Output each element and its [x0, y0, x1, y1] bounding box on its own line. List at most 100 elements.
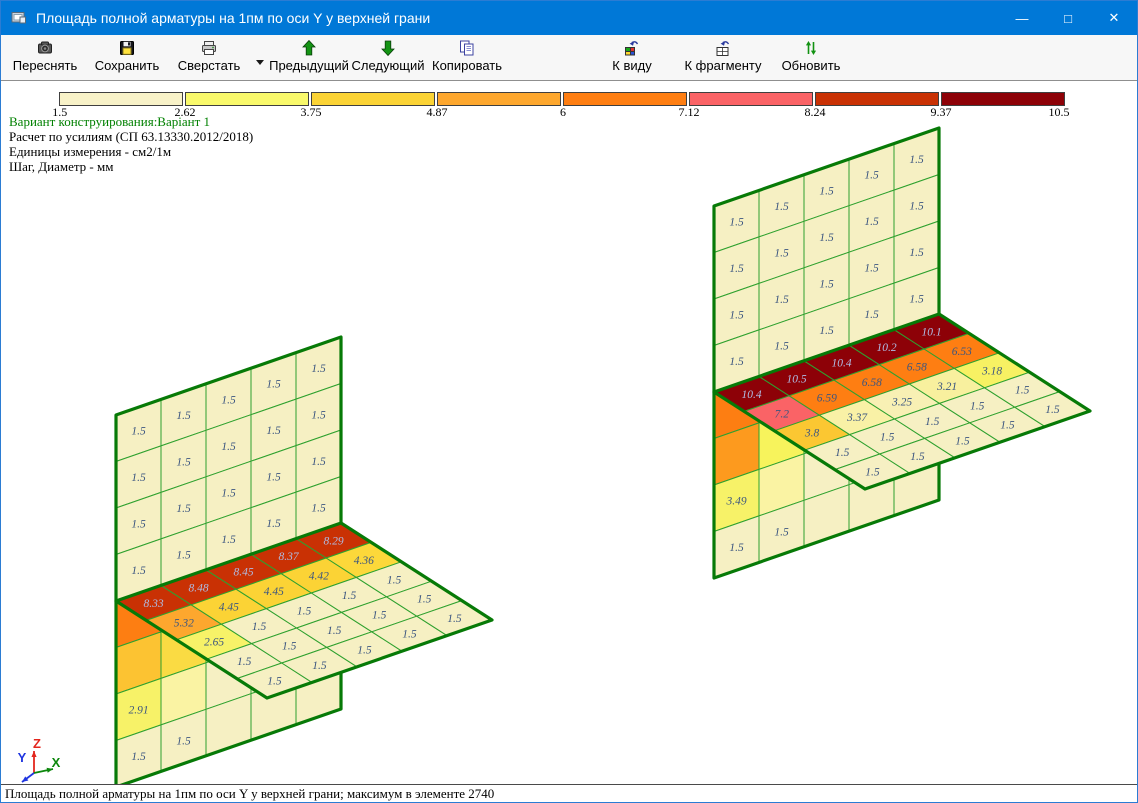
- cell-value-label: 1.5: [387, 574, 402, 586]
- axis-label-y: Y: [18, 750, 27, 765]
- cell-value-label: 1.5: [909, 154, 924, 166]
- cell-value-label: 8.37: [279, 551, 300, 563]
- cell-value-label: 1.5: [131, 425, 146, 437]
- cell-value-label: 1.5: [910, 451, 925, 463]
- cell-value-label: 3.8: [804, 428, 820, 440]
- status-bar: Площадь полной арматуры на 1пм по оси Y …: [1, 784, 1137, 802]
- cell-value-label: 1.5: [131, 472, 146, 484]
- cell-value-label: 7.2: [775, 408, 790, 420]
- cell-value-label: 1.5: [266, 472, 281, 484]
- cell-value-label: 4.45: [219, 602, 239, 614]
- cell-value-label: 1.5: [729, 309, 744, 321]
- cell-value-label: 2.91: [128, 705, 148, 717]
- cell-value-label: 10.4: [742, 389, 762, 401]
- cell-value-label: 1.5: [266, 518, 281, 530]
- cell-value-label: 1.5: [176, 503, 191, 515]
- cell-value-label: 1.5: [266, 425, 281, 437]
- cell-value-label: 1.5: [880, 432, 895, 444]
- cell-value-label: 4.36: [354, 555, 374, 567]
- axis-label-z: Z: [33, 736, 41, 751]
- cell-value-label: 1.5: [819, 278, 834, 290]
- cell-value-label: 1.5: [266, 379, 281, 391]
- cell-value-label: 1.5: [252, 621, 267, 633]
- cell-value-label: 1.5: [774, 340, 789, 352]
- cell-value-label: 1.5: [729, 263, 744, 275]
- cell-value-label: 1.5: [176, 410, 191, 422]
- cell-value-label: 6.58: [907, 362, 927, 374]
- cell-value-label: 10.2: [877, 342, 897, 354]
- cell-value-label: 1.5: [909, 294, 924, 306]
- cell-value-label: 1.5: [729, 542, 744, 554]
- cell-value-label: 1.5: [864, 216, 879, 228]
- cell-value-label: 1.5: [327, 625, 342, 637]
- cell-value-label: 1.5: [176, 456, 191, 468]
- cell-value-label: 1.5: [819, 232, 834, 244]
- cell-value-label: 1.5: [221, 534, 236, 546]
- cell-value-label: 1.5: [311, 456, 326, 468]
- cell-value-label: 1.5: [267, 676, 282, 688]
- cell-value-label: 1.5: [417, 594, 432, 606]
- cell-value-label: 10.5: [787, 373, 807, 385]
- cell-value-label: 3.49: [725, 495, 746, 507]
- cell-value-label: 8.33: [144, 598, 164, 610]
- cell-value-label: 3.18: [981, 365, 1002, 377]
- cell-value-label: 1.5: [864, 263, 879, 275]
- cell-value-label: 1.5: [1000, 420, 1015, 432]
- cell-value-label: 4.45: [264, 586, 284, 598]
- cell-value-label: 1.5: [311, 503, 326, 515]
- cell-value-label: 1.5: [221, 394, 236, 406]
- status-text: Площадь полной арматуры на 1пм по оси Y …: [5, 786, 494, 802]
- cell-value-label: 10.1: [922, 327, 942, 339]
- cell-value-label: 1.5: [131, 519, 146, 531]
- cell-value-label: 5.32: [174, 617, 194, 629]
- cell-value-label: 1.5: [372, 609, 387, 621]
- cell-value-label: 3.37: [846, 412, 868, 424]
- cell-value-label: 1.5: [342, 590, 357, 602]
- cell-value-label: 1.5: [819, 185, 834, 197]
- cell-value-label: 1.5: [729, 356, 744, 368]
- cell-value-label: 1.5: [176, 549, 191, 561]
- cell-value-label: 1.5: [774, 201, 789, 213]
- cell-value-label: 1.5: [909, 247, 924, 259]
- cell-value-label: 3.21: [936, 381, 957, 393]
- cell-value-label: 1.5: [311, 363, 326, 375]
- cell-value-label: 1.5: [311, 410, 326, 422]
- cell-value-label: 8.48: [189, 582, 209, 594]
- cell-value-label: 1.5: [237, 656, 252, 668]
- cell-value-label: 1.5: [297, 606, 312, 618]
- cell-value-label: 3.25: [891, 397, 912, 409]
- cell-value-label: 1.5: [447, 613, 462, 625]
- cell-value-label: 6.59: [817, 393, 837, 405]
- cell-value-label: 1.5: [864, 309, 879, 321]
- cell-value-label: 1.5: [925, 416, 940, 428]
- cell-value-label: 1.5: [729, 216, 744, 228]
- cell-value-label: 8.45: [234, 567, 254, 579]
- cell-value-label: 1.5: [402, 629, 417, 641]
- cell-value-label: 1.5: [176, 735, 191, 747]
- cell-value-label: 1.5: [864, 170, 879, 182]
- axis-arrow: [31, 751, 36, 757]
- cell-value-label: 1.5: [774, 247, 789, 259]
- cell-value-label: 1.5: [970, 400, 985, 412]
- cell-value-label: 1.5: [131, 751, 146, 763]
- cell-value-label: 4.42: [309, 571, 329, 583]
- cell-value-label: 1.5: [835, 447, 850, 459]
- cell-value-label: 1.5: [282, 641, 297, 653]
- cell-value-label: 1.5: [131, 565, 146, 577]
- cell-value-label: 1.5: [1045, 404, 1060, 416]
- cell-value-label: 1.5: [357, 644, 372, 656]
- cell-value-label: 1.5: [819, 325, 834, 337]
- cell-value-label: 1.5: [221, 487, 236, 499]
- cell-value-label: 1.5: [774, 294, 789, 306]
- cell-value-label: 2.65: [204, 637, 224, 649]
- cell-value-label: 1.5: [909, 201, 924, 213]
- cell-value-label: 6.53: [952, 346, 972, 358]
- cell-value-label: 1.5: [865, 467, 880, 479]
- cell-value-label: 8.29: [324, 536, 344, 548]
- cell-value-label: 1.5: [955, 435, 970, 447]
- model-view-canvas[interactable]: 1.5 1.5 1.5 1.5 1.5 1.5 1.5 1.5 1.5 1.5 1.5 1.5 1.5 1…: [1, 1, 1138, 803]
- cell-value-label: 1.5: [774, 526, 789, 538]
- axis-label-x: X: [52, 755, 61, 770]
- cell-value-label: 1.5: [1015, 385, 1030, 397]
- cell-value-label: 6.58: [862, 377, 882, 389]
